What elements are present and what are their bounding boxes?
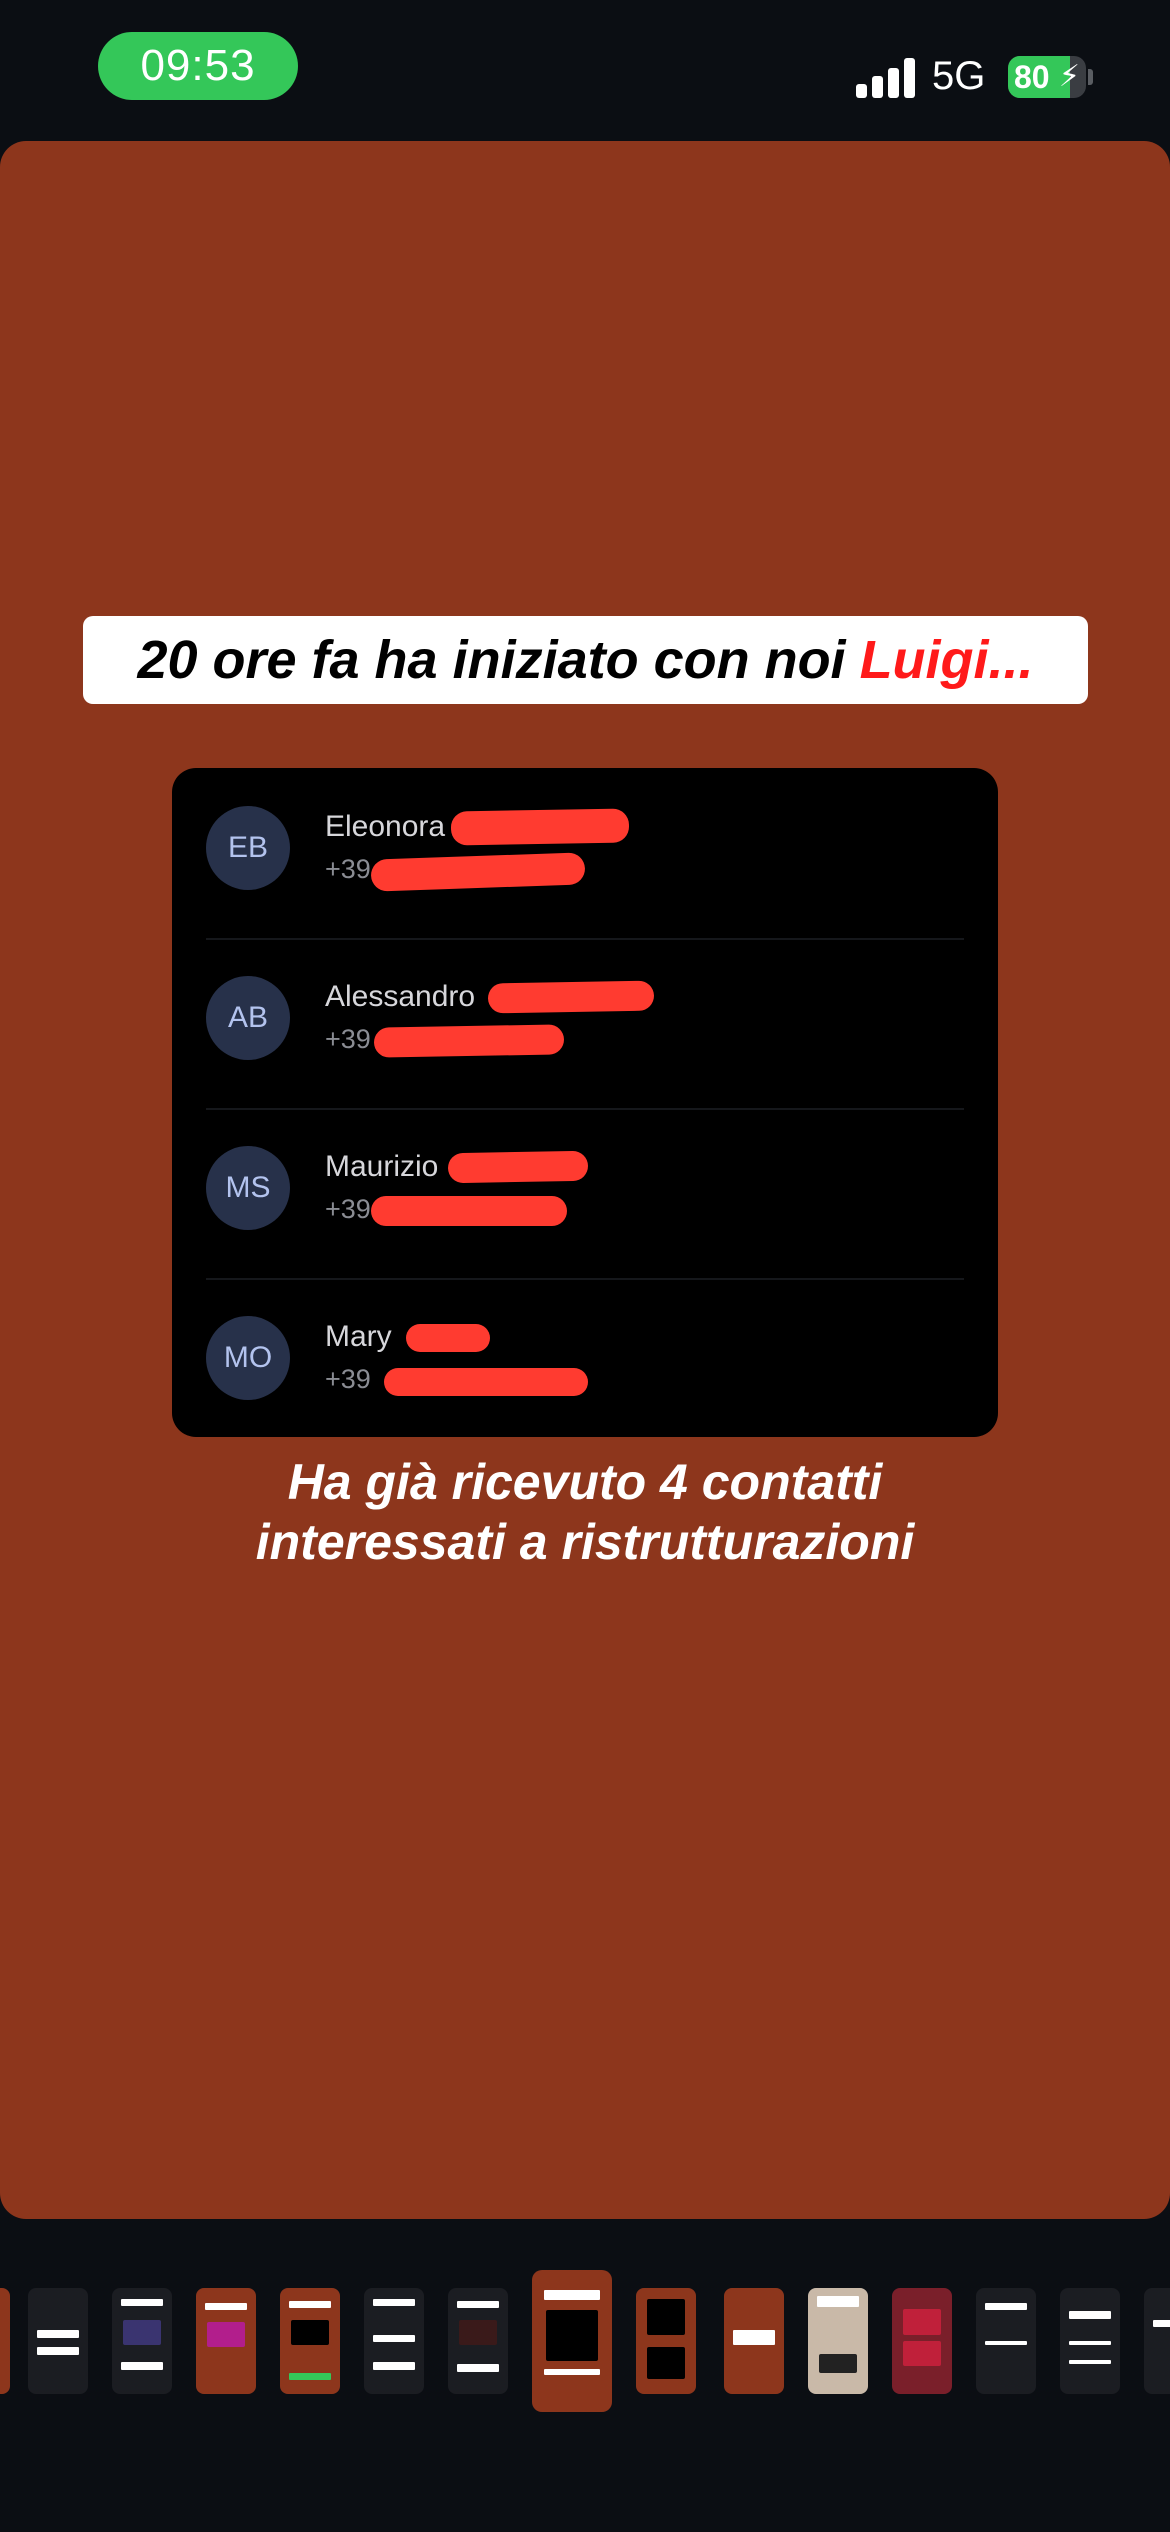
battery-cap: [1088, 69, 1093, 85]
story-thumbnail[interactable]: [0, 2288, 10, 2394]
story-caption: Ha già ricevuto 4 contatti interessati a…: [100, 1452, 1070, 1572]
redaction-mark: [406, 1324, 490, 1352]
story-thumbnail-current[interactable]: [532, 2270, 612, 2412]
headline-banner: 20 ore fa ha iniziato con noi Luigi...: [83, 616, 1088, 704]
contact-name: Mary: [325, 1320, 392, 1353]
story-thumbnail[interactable]: [636, 2288, 696, 2394]
headline-text: 20 ore fa ha iniziato con noi: [137, 630, 846, 690]
contact-name: Eleonora: [325, 810, 446, 843]
contact-row[interactable]: MS Maurizio +39: [206, 1108, 964, 1280]
redaction-mark: [373, 1024, 565, 1058]
headline-accent: Luigi...: [859, 630, 1034, 690]
caption-line: interessati a ristrutturazioni: [255, 1514, 915, 1570]
contact-name: Alessandro: [325, 980, 476, 1013]
story-thumbnail[interactable]: [28, 2288, 88, 2394]
avatar: AB: [206, 976, 290, 1060]
clock-pill[interactable]: 09:53: [98, 32, 298, 100]
battery-bolt-icon: ⚡︎: [1058, 60, 1080, 93]
network-label: 5G: [932, 54, 986, 98]
story-thumbnail[interactable]: [1060, 2288, 1120, 2394]
story-thumbnail[interactable]: [892, 2288, 952, 2394]
story-thumbnail[interactable]: [1144, 2288, 1170, 2394]
contact-phone: +39: [325, 854, 371, 884]
battery-level: 80: [1014, 58, 1050, 95]
contact-phone: +39: [325, 1364, 371, 1394]
story-thumbnail[interactable]: [976, 2288, 1036, 2394]
contact-row[interactable]: EB Eleonora +39: [206, 768, 964, 940]
story-thumbnail-strip: [0, 2260, 1170, 2420]
clock-time: 09:53: [140, 41, 256, 90]
story-card[interactable]: 20 ore fa ha iniziato con noi Luigi... E…: [0, 141, 1170, 2219]
battery-indicator: 80 ⚡︎: [1008, 56, 1086, 98]
redaction-mark: [447, 1150, 589, 1184]
redaction-mark: [384, 1368, 588, 1396]
redaction-mark: [450, 808, 630, 846]
story-thumbnail[interactable]: [112, 2288, 172, 2394]
redaction-mark: [487, 980, 655, 1014]
contact-row[interactable]: MO Mary +39: [206, 1278, 964, 1448]
avatar: EB: [206, 806, 290, 890]
story-thumbnail[interactable]: [364, 2288, 424, 2394]
story-thumbnail[interactable]: [280, 2288, 340, 2394]
contact-phone: +39: [325, 1194, 371, 1224]
story-thumbnail[interactable]: [724, 2288, 784, 2394]
avatar: MS: [206, 1146, 290, 1230]
contact-row[interactable]: AB Alessandro +39: [206, 938, 964, 1110]
story-thumbnail[interactable]: [196, 2288, 256, 2394]
avatar: MO: [206, 1316, 290, 1400]
contact-phone: +39: [325, 1024, 371, 1054]
caption-line: Ha già ricevuto 4 contatti: [287, 1454, 883, 1510]
contacts-panel: EB Eleonora +39 AB Alessandro +39 MS Mau…: [172, 768, 998, 1437]
redaction-mark: [370, 852, 586, 892]
story-thumbnail[interactable]: [808, 2288, 868, 2394]
contact-name: Maurizio: [325, 1150, 439, 1183]
redaction-mark: [371, 1196, 567, 1226]
story-thumbnail[interactable]: [448, 2288, 508, 2394]
signal-icon: [856, 58, 916, 98]
